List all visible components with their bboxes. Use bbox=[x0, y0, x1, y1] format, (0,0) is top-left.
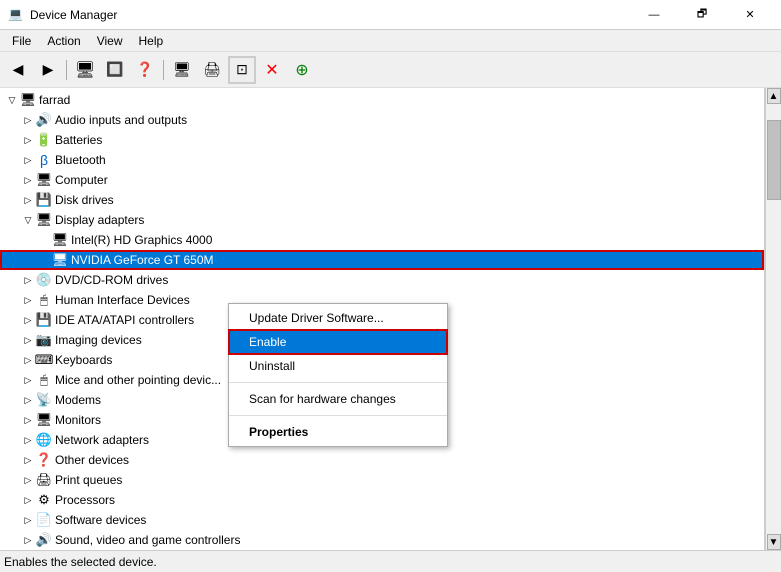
window-title: Device Manager bbox=[30, 8, 631, 22]
tree-item-disk[interactable]: ▷ 💾 Disk drives bbox=[0, 190, 764, 210]
toolbar: ◀ ▶ 🖥 🔲 ❓ 🖥 🖨 ⊡ ✕ ⊕ bbox=[0, 52, 781, 88]
vertical-scrollbar[interactable]: ▲ ▼ bbox=[765, 88, 781, 550]
status-bar: Enables the selected device. bbox=[0, 550, 781, 572]
scroll-up[interactable]: ▲ bbox=[767, 88, 781, 104]
imaging-toggle[interactable]: ▷ bbox=[20, 330, 36, 350]
dvd-toggle[interactable]: ▷ bbox=[20, 270, 36, 290]
scroll-thumb[interactable] bbox=[767, 120, 781, 200]
keyboards-toggle[interactable]: ▷ bbox=[20, 350, 36, 370]
context-scan[interactable]: Scan for hardware changes bbox=[229, 387, 447, 411]
modems-toggle[interactable]: ▷ bbox=[20, 390, 36, 410]
ide-toggle[interactable]: ▷ bbox=[20, 310, 36, 330]
tree-item-batteries[interactable]: ▷ 🔋 Batteries bbox=[0, 130, 764, 150]
maximize-button[interactable]: 🗗 bbox=[679, 0, 725, 30]
menu-view[interactable]: View bbox=[89, 32, 131, 50]
sound-toggle[interactable]: ▷ bbox=[20, 530, 36, 550]
root-toggle[interactable]: ▽ bbox=[4, 90, 20, 110]
batteries-toggle[interactable]: ▷ bbox=[20, 130, 36, 150]
audio-toggle[interactable]: ▷ bbox=[20, 110, 36, 130]
toolbar-add[interactable]: ⊕ bbox=[288, 56, 316, 84]
tree-item-audio[interactable]: ▷ 🔊 Audio inputs and outputs bbox=[0, 110, 764, 130]
intel-gpu-toggle bbox=[36, 230, 52, 250]
software-toggle[interactable]: ▷ bbox=[20, 510, 36, 530]
menu-action[interactable]: Action bbox=[39, 32, 88, 50]
context-sep-2 bbox=[229, 415, 447, 416]
tree-item-nvidia-gpu[interactable]: 🖥 NVIDIA GeForce GT 650M bbox=[0, 250, 764, 270]
context-uninstall[interactable]: Uninstall bbox=[229, 354, 447, 378]
disk-toggle[interactable]: ▷ bbox=[20, 190, 36, 210]
hid-toggle[interactable]: ▷ bbox=[20, 290, 36, 310]
tree-item-print[interactable]: ▷ 🖨 Print queues bbox=[0, 470, 764, 490]
tree-item-other[interactable]: ▷ ❓ Other devices bbox=[0, 450, 764, 470]
status-text: Enables the selected device. bbox=[4, 555, 157, 569]
window-icon: 💻 bbox=[8, 7, 24, 23]
tree-item-sound[interactable]: ▷ 🔊 Sound, video and game controllers bbox=[0, 530, 764, 550]
scroll-down[interactable]: ▼ bbox=[767, 534, 781, 550]
tree-root[interactable]: ▽ 🖥 farrad bbox=[0, 90, 764, 110]
nvidia-toggle bbox=[36, 250, 52, 270]
processors-toggle[interactable]: ▷ bbox=[20, 490, 36, 510]
tree-item-software[interactable]: ▷ 📄 Software devices bbox=[0, 510, 764, 530]
window-controls: — 🗗 ✕ bbox=[631, 0, 773, 30]
minimize-button[interactable]: — bbox=[631, 0, 677, 30]
toolbar-sep-2 bbox=[163, 60, 164, 80]
menu-file[interactable]: File bbox=[4, 32, 39, 50]
menu-help[interactable]: Help bbox=[131, 32, 172, 50]
tree-item-dvd[interactable]: ▷ 💿 DVD/CD-ROM drives bbox=[0, 270, 764, 290]
menu-bar: File Action View Help bbox=[0, 30, 781, 52]
toolbar-print[interactable]: 🖨 bbox=[198, 56, 226, 84]
bluetooth-toggle[interactable]: ▷ bbox=[20, 150, 36, 170]
toolbar-back[interactable]: ◀ bbox=[4, 56, 32, 84]
main-area: ▽ 🖥 farrad ▷ 🔊 Audio inputs and outputs … bbox=[0, 88, 781, 550]
close-button[interactable]: ✕ bbox=[727, 0, 773, 30]
print-toggle[interactable]: ▷ bbox=[20, 470, 36, 490]
root-icon: 🖥 bbox=[20, 92, 36, 108]
toolbar-help[interactable]: ❓ bbox=[131, 56, 159, 84]
tree-item-computer[interactable]: ▷ 🖥 Computer bbox=[0, 170, 764, 190]
toolbar-forward[interactable]: ▶ bbox=[34, 56, 62, 84]
tree-item-intel-gpu[interactable]: 🖥 Intel(R) HD Graphics 4000 bbox=[0, 230, 764, 250]
other-toggle[interactable]: ▷ bbox=[20, 450, 36, 470]
toolbar-scan[interactable]: ⊡ bbox=[228, 56, 256, 84]
tree-item-processors[interactable]: ▷ ⚙ Processors bbox=[0, 490, 764, 510]
tree-item-display[interactable]: ▽ 🖥 Display adapters bbox=[0, 210, 764, 230]
context-update-driver[interactable]: Update Driver Software... bbox=[229, 306, 447, 330]
context-enable[interactable]: Enable bbox=[229, 330, 447, 354]
toolbar-computer[interactable]: 🖥 bbox=[71, 56, 99, 84]
toolbar-properties[interactable]: 🔲 bbox=[101, 56, 129, 84]
monitors-toggle[interactable]: ▷ bbox=[20, 410, 36, 430]
title-bar: 💻 Device Manager — 🗗 ✕ bbox=[0, 0, 781, 30]
root-label: farrad bbox=[39, 93, 70, 107]
tree-item-bluetooth[interactable]: ▷ β Bluetooth bbox=[0, 150, 764, 170]
network-toggle[interactable]: ▷ bbox=[20, 430, 36, 450]
context-properties[interactable]: Properties bbox=[229, 420, 447, 444]
toolbar-remove[interactable]: ✕ bbox=[258, 56, 286, 84]
computer-toggle[interactable]: ▷ bbox=[20, 170, 36, 190]
toolbar-sep-1 bbox=[66, 60, 67, 80]
context-menu: Update Driver Software... Enable Uninsta… bbox=[228, 303, 448, 447]
toolbar-display[interactable]: 🖥 bbox=[168, 56, 196, 84]
context-sep-1 bbox=[229, 382, 447, 383]
display-toggle[interactable]: ▽ bbox=[20, 210, 36, 230]
mice-toggle[interactable]: ▷ bbox=[20, 370, 36, 390]
